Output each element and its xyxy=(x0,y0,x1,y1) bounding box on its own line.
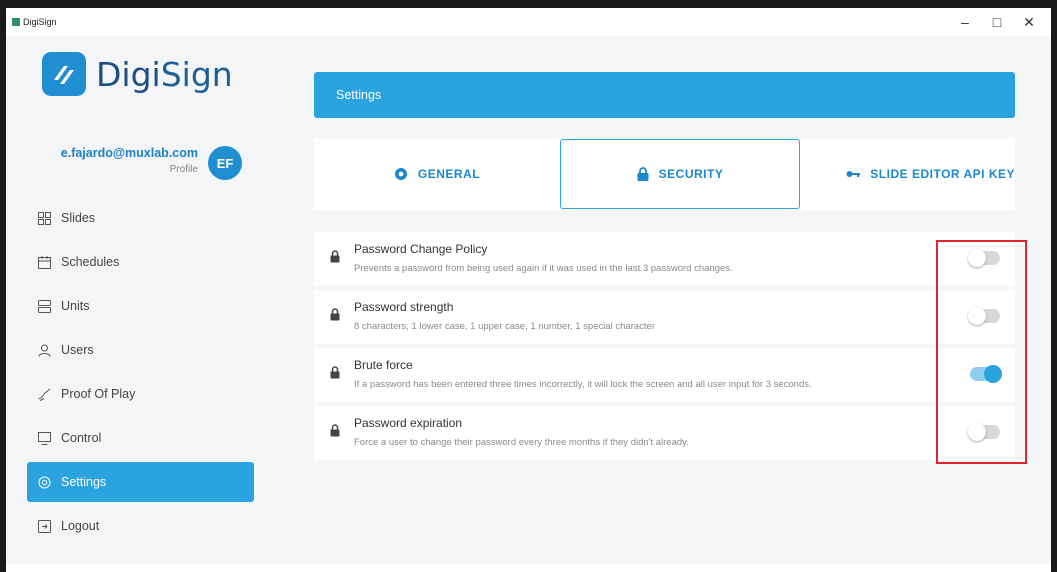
cog-icon xyxy=(394,167,408,181)
monitor-icon xyxy=(37,431,51,445)
key-icon xyxy=(846,169,861,179)
security-policy-list: Password Change Policy Prevents a passwo… xyxy=(314,232,1015,464)
sidebar-item-control[interactable]: Control xyxy=(27,418,254,458)
sidebar-item-proof-of-play[interactable]: Proof Of Play xyxy=(27,374,254,414)
sidebar-nav: Slides Schedules Units Users Proof Of Pl… xyxy=(27,198,254,550)
tab-slide-editor-api-key[interactable]: SLIDE EDITOR API KEY xyxy=(800,138,1015,210)
grid-icon xyxy=(37,211,51,225)
toggle-highlight-box xyxy=(936,240,1027,464)
app-icon xyxy=(12,18,20,26)
sidebar-item-logout[interactable]: Logout xyxy=(27,506,254,546)
maximize-button[interactable]: □ xyxy=(981,12,1013,32)
lock-icon xyxy=(330,250,340,268)
profile-link[interactable]: Profile xyxy=(28,164,198,175)
app-title-text: DigiSign xyxy=(23,17,57,27)
logo: DigiSign xyxy=(42,52,233,96)
sidebar: DigiSign e.fajardo@muxlab.com Profile EF… xyxy=(6,36,263,564)
gear-icon xyxy=(37,475,51,489)
sidebar-item-label: Users xyxy=(61,343,94,357)
sidebar-item-settings[interactable]: Settings xyxy=(27,462,254,502)
sidebar-item-label: Schedules xyxy=(61,255,120,269)
sidebar-item-label: Proof Of Play xyxy=(61,387,136,401)
window-controls: – □ ✕ xyxy=(949,12,1045,32)
tab-label: SLIDE EDITOR API KEY xyxy=(870,167,1015,181)
policy-password-expiration: Password expiration Force a user to chan… xyxy=(314,406,1015,460)
close-button[interactable]: ✕ xyxy=(1013,12,1045,32)
sidebar-item-label: Slides xyxy=(61,211,96,225)
user-email: e.fajardo@muxlab.com xyxy=(60,146,198,160)
policy-title: Password expiration xyxy=(354,416,463,430)
tab-label: GENERAL xyxy=(417,167,481,181)
policy-description: If a password has been entered three tim… xyxy=(354,379,812,390)
logo-text: DigiSign xyxy=(96,55,233,94)
logo-suffix: Sign xyxy=(160,54,233,94)
policy-description: Prevents a password from being used agai… xyxy=(354,263,733,274)
logout-icon xyxy=(37,519,51,533)
policy-description: Force a user to change their password ev… xyxy=(354,437,689,448)
lock-icon xyxy=(330,308,340,326)
settings-tabs: GENERAL SECURITY SLIDE EDITOR API KEY xyxy=(314,138,1015,210)
policy-description: 8 characters, 1 lower case, 1 upper case… xyxy=(354,321,655,332)
lock-icon xyxy=(330,424,340,442)
lock-icon xyxy=(330,366,340,384)
logo-prefix: Digi xyxy=(96,54,161,94)
policy-title: Brute force xyxy=(354,358,413,372)
sidebar-item-units[interactable]: Units xyxy=(27,286,254,326)
sidebar-item-slides[interactable]: Slides xyxy=(27,198,254,238)
sidebar-item-schedules[interactable]: Schedules xyxy=(27,242,254,282)
policy-password-change: Password Change Policy Prevents a passwo… xyxy=(314,232,1015,286)
avatar[interactable]: EF xyxy=(208,146,242,180)
calendar-icon xyxy=(37,255,51,269)
page-title: Settings xyxy=(314,72,1015,118)
user-icon xyxy=(37,343,51,357)
signature-icon xyxy=(37,387,51,401)
sidebar-item-users[interactable]: Users xyxy=(27,330,254,370)
title-bar: DigiSign – □ ✕ xyxy=(6,8,1051,36)
main-content: Settings GENERAL SECURITY SLIDE EDITOR A… xyxy=(263,36,1051,564)
policy-title: Password strength xyxy=(354,300,454,314)
sidebar-item-label: Units xyxy=(61,299,90,313)
tab-security[interactable]: SECURITY xyxy=(560,139,800,209)
minimize-button[interactable]: – xyxy=(949,12,981,32)
lock-icon xyxy=(637,167,649,181)
policy-brute-force: Brute force If a password has been enter… xyxy=(314,348,1015,402)
sidebar-item-label: Logout xyxy=(61,519,100,533)
digisign-logo-icon xyxy=(42,52,86,96)
sidebar-item-label: Control xyxy=(61,431,102,445)
sidebar-item-label: Settings xyxy=(61,475,107,489)
tab-general[interactable]: GENERAL xyxy=(314,138,560,210)
policy-title: Password Change Policy xyxy=(354,242,488,256)
policy-password-strength: Password strength 8 characters, 1 lower … xyxy=(314,290,1015,344)
app-title: DigiSign xyxy=(12,17,57,27)
server-icon xyxy=(37,299,51,313)
tab-label: SECURITY xyxy=(658,167,724,181)
